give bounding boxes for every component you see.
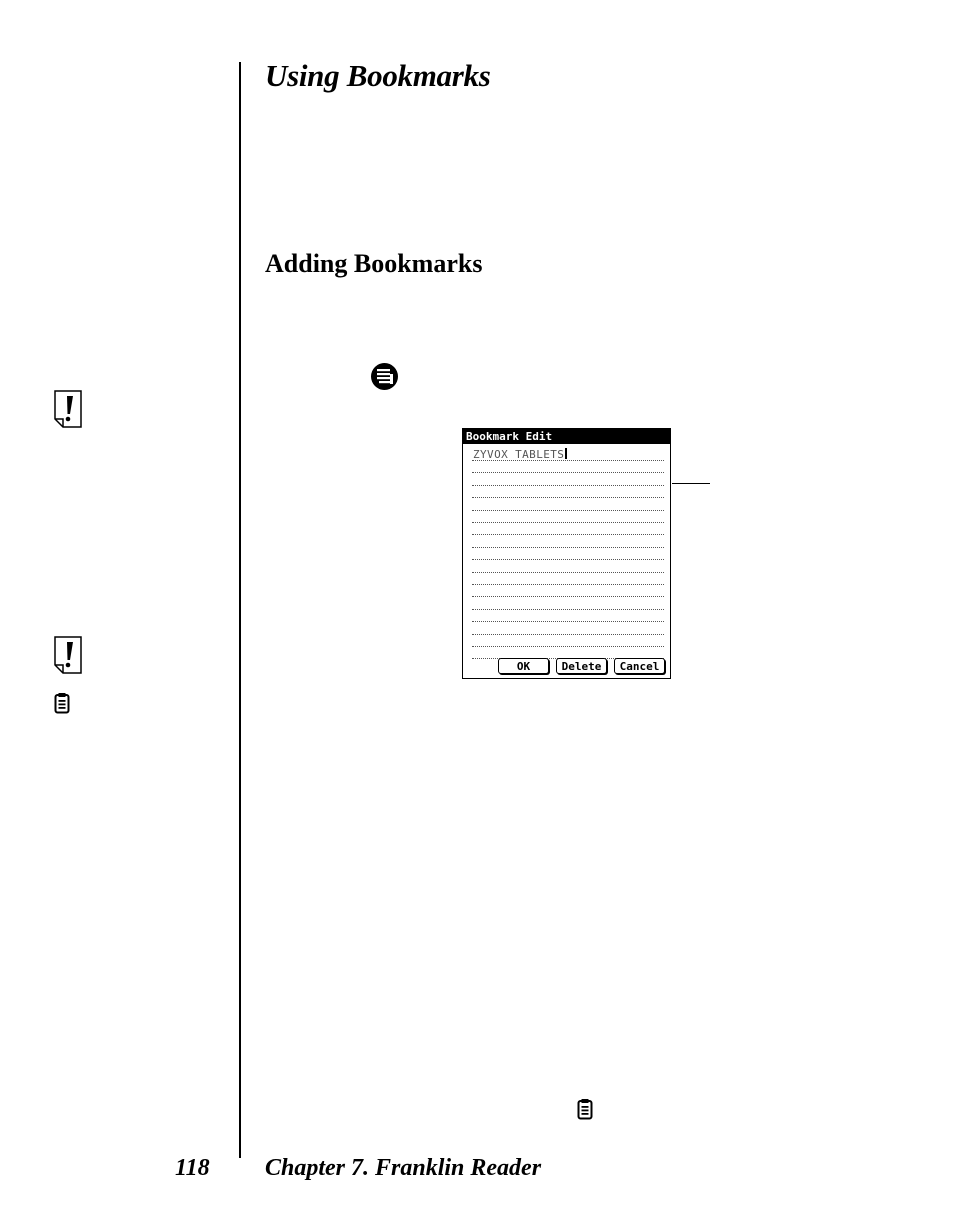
ruled-line	[472, 534, 664, 536]
exclamation-note-icon	[54, 636, 82, 674]
ruled-line	[472, 646, 664, 647]
ok-button[interactable]: OK	[498, 658, 549, 674]
bookmark-name-field[interactable]: ZYVOX TABLETS	[473, 448, 568, 461]
delete-button[interactable]: Delete	[556, 658, 607, 674]
exclamation-note-icon	[54, 390, 82, 428]
ruled-line	[472, 546, 664, 548]
ruled-line	[472, 608, 664, 610]
ruled-line	[472, 621, 664, 623]
dialog-ruled-lines	[472, 447, 664, 660]
text-cursor	[565, 448, 568, 459]
ruled-line	[472, 472, 664, 474]
page-number: 118	[175, 1155, 210, 1181]
ruled-line	[472, 497, 664, 499]
bookmark-name-value: ZYVOX TABLETS	[473, 448, 565, 461]
ruled-line	[472, 633, 664, 635]
subsection-title: Adding Bookmarks	[265, 249, 483, 278]
cancel-button[interactable]: Cancel	[614, 658, 665, 674]
ruled-line	[472, 596, 664, 598]
ruled-line	[472, 571, 664, 573]
chapter-footer: Chapter 7. Franklin Reader	[265, 1155, 542, 1181]
dialog-title: Bookmark Edit	[463, 429, 670, 444]
bookmark-edit-dialog: Bookmark Edit ZYVOX TABLETS OK Delete Ca…	[462, 428, 671, 679]
section-title: Using Bookmarks	[265, 58, 491, 93]
ruled-line	[472, 584, 664, 585]
callout-line	[672, 483, 710, 484]
ruled-line	[472, 509, 664, 511]
ruled-line	[472, 484, 664, 486]
margin-rule	[239, 62, 241, 1158]
ruled-line	[472, 522, 664, 523]
clipboard-icon	[54, 693, 70, 714]
menu-icon	[371, 363, 398, 390]
ruled-line	[472, 559, 664, 561]
clipboard-icon	[577, 1099, 593, 1120]
